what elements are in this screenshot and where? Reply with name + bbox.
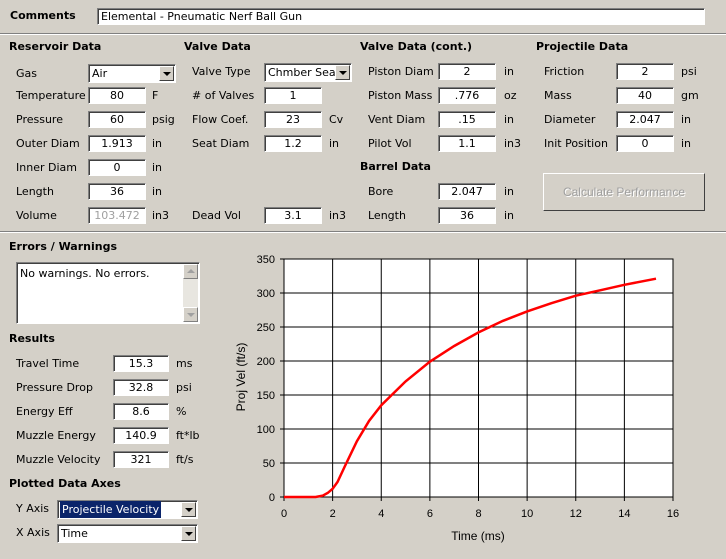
x-axis-title: Time (ms) (451, 529, 505, 543)
y-tick-label: 200 (257, 356, 275, 368)
y-axis-title: Proj Vel (ft/s) (234, 343, 248, 412)
x-tick-label: 10 (521, 508, 533, 520)
x-tick-label: 4 (378, 508, 384, 520)
y-tick-label: 50 (263, 458, 275, 470)
y-tick-label: 350 (257, 254, 275, 266)
x-tick-label: 14 (618, 508, 630, 520)
velocity-chart: 0 50 100 150 200 250 300 350 0 2 4 6 8 10 12 14 16 Time… (234, 254, 679, 543)
x-tick-label: 6 (427, 508, 433, 520)
x-tick-label: 0 (281, 508, 287, 520)
y-tick-label: 300 (257, 288, 275, 300)
y-tick-label: 150 (257, 390, 275, 402)
x-tick-label: 12 (570, 508, 582, 520)
x-tick-label: 16 (667, 508, 679, 520)
y-tick-label: 0 (269, 492, 275, 504)
y-tick-label: 250 (257, 322, 275, 334)
x-tick-labels: 0 2 4 6 8 10 12 14 16 (281, 508, 679, 520)
y-tick-labels: 0 50 100 150 200 250 300 350 (257, 254, 275, 504)
x-tick-label: 8 (475, 508, 481, 520)
x-tick-label: 2 (330, 508, 336, 520)
y-tick-label: 100 (257, 424, 275, 436)
chart-grid (280, 258, 674, 501)
